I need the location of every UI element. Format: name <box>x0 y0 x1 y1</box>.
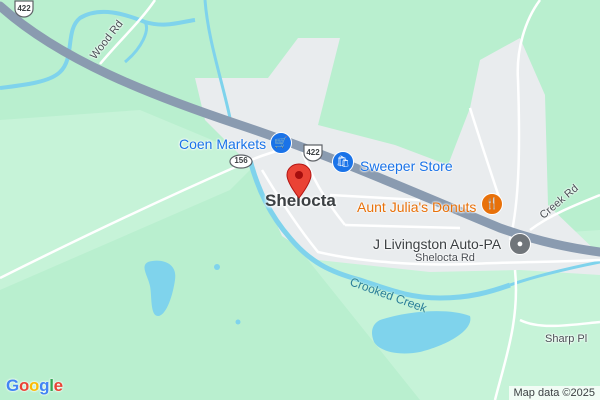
google-logo: Google <box>6 376 63 396</box>
road-label-shelocta-rd: Shelocta Rd <box>415 252 475 264</box>
poi-label-coen-markets[interactable]: Coen Markets <box>179 136 266 152</box>
logo-letter: o <box>18 376 30 395</box>
logo-letter: e <box>53 376 63 395</box>
road-label-sharp-pl: Sharp Pl <box>545 333 588 345</box>
map-view[interactable]: 422 422 156 Wood Rd Shelocta Rd Creek Rd… <box>0 0 600 400</box>
logo-letter: g <box>39 376 50 395</box>
restaurant-icon[interactable]: 🍴 <box>481 193 503 215</box>
shopping-bag-icon[interactable]: 🛍 <box>332 151 354 173</box>
route-shield-us-422-mid: 422 <box>302 144 324 162</box>
poi-label-aunt-julias-donuts[interactable]: Aunt Julia's Donuts <box>357 199 476 215</box>
route-shield-pa-156: 156 <box>229 154 253 169</box>
poi-label-sweeper-store[interactable]: Sweeper Store <box>360 158 453 174</box>
poi-label-j-livingston-auto[interactable]: J Livingston Auto-PA <box>373 236 501 252</box>
logo-letter: G <box>6 376 19 395</box>
location-marker-icon[interactable] <box>285 163 313 199</box>
route-shield-us-422-top: 422 <box>13 0 35 18</box>
map-attribution[interactable]: Map data ©2025 <box>508 386 600 400</box>
logo-letter: o <box>29 376 40 395</box>
shopping-bag-icon[interactable]: 🛒 <box>270 132 292 154</box>
location-circle-icon[interactable]: ● <box>509 233 531 255</box>
